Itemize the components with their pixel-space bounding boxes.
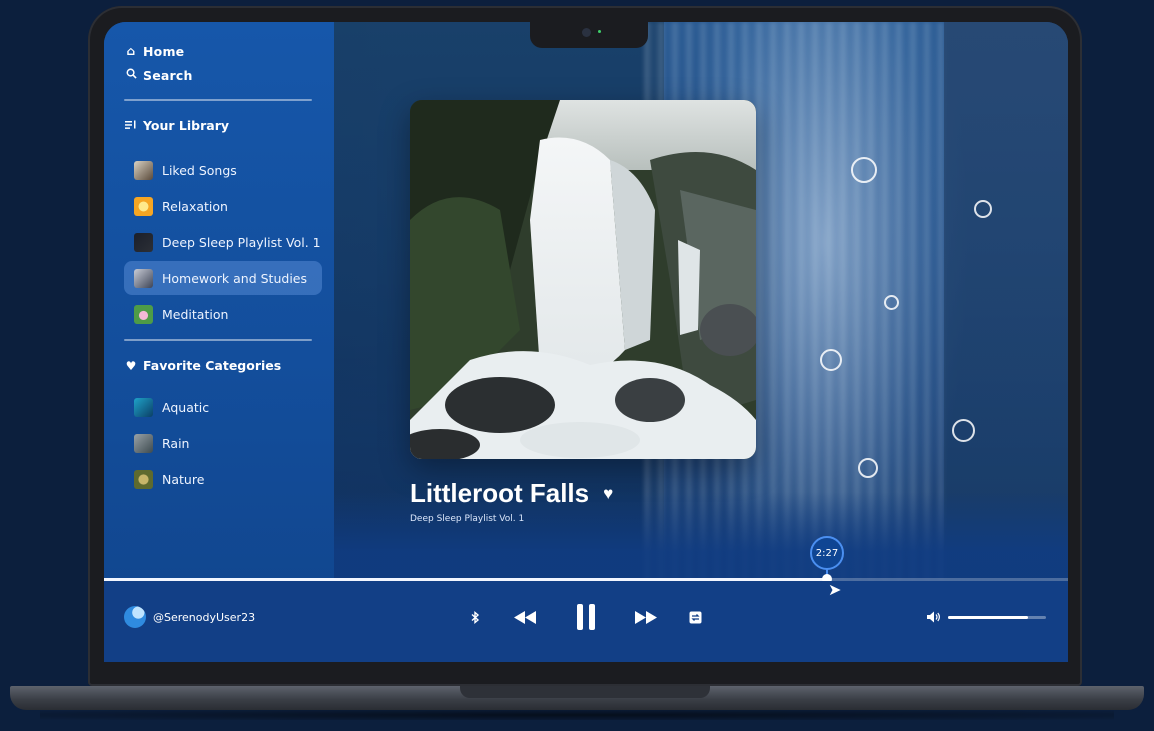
nav-search[interactable]: Search — [124, 66, 193, 84]
bluetooth-icon — [471, 610, 479, 624]
camera-icon — [582, 28, 591, 37]
library-icon — [124, 119, 138, 133]
library-title: Your Library — [143, 118, 230, 133]
library-item-label: Liked Songs — [162, 162, 237, 178]
categories-title: Favorite Categories — [143, 358, 282, 373]
nav-home[interactable]: ⌂ Home — [124, 42, 185, 60]
deep-sleep-thumbnail — [134, 232, 153, 252]
pause-icon — [577, 604, 595, 630]
nav-home-label: Home — [143, 43, 185, 59]
category-label: Rain — [162, 435, 190, 451]
library-item-label: Deep Sleep Playlist Vol. 1 — [162, 234, 321, 250]
relaxation-thumbnail — [134, 196, 153, 216]
liked-songs-thumbnail — [134, 160, 153, 180]
library-item-label: Meditation — [162, 306, 229, 322]
mouse-cursor-icon: ➤ — [828, 580, 842, 599]
nav-search-label: Search — [143, 67, 193, 83]
library-item-label: Homework and Studies — [162, 270, 307, 286]
category-nature[interactable]: Nature — [124, 462, 322, 496]
bubble-decoration — [820, 349, 842, 371]
home-icon: ⌂ — [126, 44, 136, 58]
category-label: Aquatic — [162, 399, 210, 415]
sidebar-divider — [124, 339, 312, 341]
pause-button[interactable] — [572, 602, 600, 632]
sidebar: ⌂ Home Search Your Library Liked Songs R… — [104, 22, 334, 582]
track-title-text: Littleroot Falls — [410, 478, 590, 508]
laptop-shadow — [40, 710, 1114, 720]
like-heart-icon[interactable]: ♥ — [603, 484, 613, 504]
track-playlist[interactable]: Deep Sleep Playlist Vol. 1 — [410, 514, 524, 524]
volume-icon — [927, 611, 940, 623]
bubble-decoration — [952, 419, 975, 442]
homework-thumbnail — [134, 268, 153, 288]
library-item-label: Relaxation — [162, 198, 228, 214]
user-profile[interactable]: @SerenodyUser23 — [124, 606, 255, 628]
previous-button[interactable] — [512, 602, 538, 632]
bubble-decoration — [974, 200, 992, 218]
app-window: ⌂ Home Search Your Library Liked Songs R… — [104, 22, 1068, 662]
rain-thumbnail — [134, 433, 153, 453]
volume-button[interactable] — [926, 602, 942, 632]
camera-indicator — [598, 30, 601, 33]
library-item-homework[interactable]: Homework and Studies — [124, 261, 322, 295]
album-art — [410, 100, 756, 459]
bubble-decoration — [858, 458, 878, 478]
fast-forward-icon — [635, 610, 657, 624]
volume-fill — [948, 616, 1028, 619]
username: @SerenodyUser23 — [153, 610, 256, 624]
repeat-icon — [689, 611, 701, 623]
avatar — [124, 606, 146, 628]
sidebar-divider — [124, 99, 312, 101]
categories-heading: ♥ Favorite Categories — [124, 358, 282, 373]
search-icon — [124, 68, 138, 82]
rewind-icon — [514, 610, 536, 624]
laptop-base-groove — [460, 686, 710, 698]
bubble-decoration — [851, 157, 877, 183]
library-item-liked-songs[interactable]: Liked Songs — [124, 153, 322, 187]
category-aquatic[interactable]: Aquatic — [124, 390, 322, 424]
elapsed-time-bubble: 2:27 — [810, 536, 844, 570]
meditation-thumbnail — [134, 304, 153, 324]
library-heading[interactable]: Your Library — [124, 118, 229, 133]
repeat-button[interactable] — [687, 602, 703, 632]
heart-icon: ♥ — [125, 358, 137, 373]
track-title: Littleroot Falls ♥ — [410, 478, 613, 509]
nature-thumbnail — [134, 469, 153, 489]
bluetooth-button[interactable] — [468, 602, 482, 632]
library-item-deep-sleep[interactable]: Deep Sleep Playlist Vol. 1 — [124, 225, 322, 259]
library-item-relaxation[interactable]: Relaxation — [124, 189, 322, 223]
aquatic-thumbnail — [134, 397, 153, 417]
category-label: Nature — [162, 471, 205, 487]
library-item-meditation[interactable]: Meditation — [124, 297, 322, 331]
bubble-decoration — [884, 295, 899, 310]
next-button[interactable] — [633, 602, 659, 632]
category-rain[interactable]: Rain — [124, 426, 322, 460]
waterfall-artwork — [410, 100, 756, 459]
